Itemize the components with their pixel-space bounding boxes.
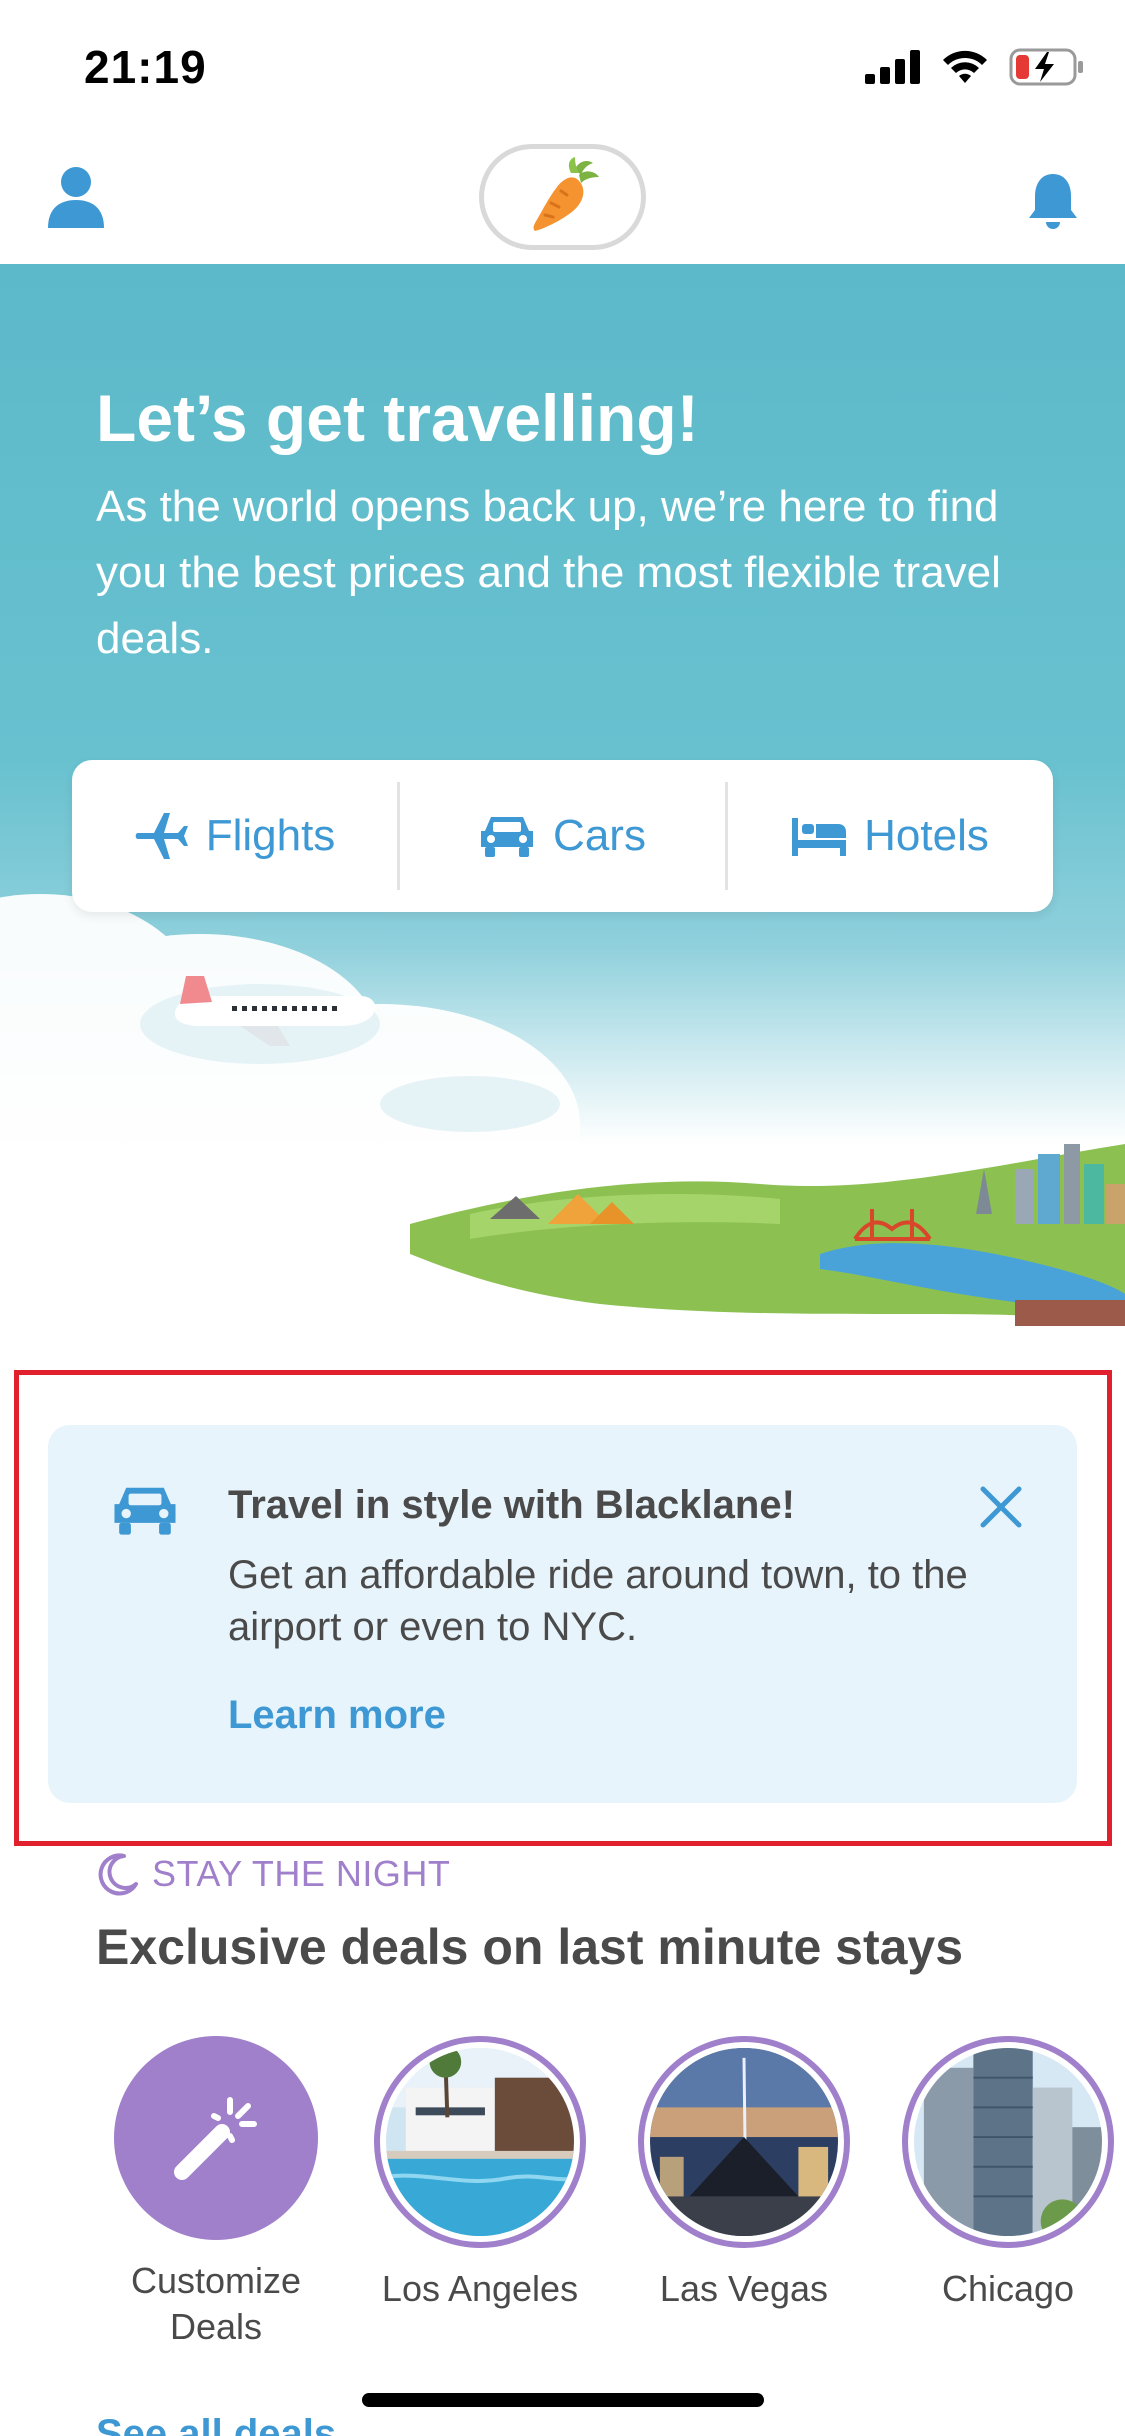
tab-hotels-label: Hotels (864, 811, 989, 860)
city-photo-frame (902, 2036, 1114, 2248)
tab-flights-label: Flights (205, 811, 336, 860)
person-icon[interactable] (46, 164, 106, 230)
search-type-tabs: Flights Cars Hotels (72, 760, 1053, 912)
wifi-icon (943, 50, 987, 83)
deal-label: Chicago (941, 2268, 1075, 2309)
signal-icon (865, 50, 920, 84)
promo-body: Get an affordable ride around town, to t… (228, 1553, 968, 1649)
deal-label: Customize Deals (130, 2260, 302, 2347)
hero-title: Let’s get travelling! (96, 381, 699, 455)
battery-charging-icon (1009, 48, 1083, 86)
section-eyebrow-label: STAY THE NIGHT (152, 1853, 451, 1894)
section-heading: Exclusive deals on last minute stays (96, 1919, 964, 1975)
deals-carousel[interactable]: Customize Deals Los Angeles Las Vegas Ch… (0, 2036, 1125, 2376)
see-all-deals-link[interactable]: See all deals (96, 2412, 336, 2436)
deal-label: Las Vegas (659, 2268, 829, 2309)
bell-icon[interactable] (1027, 170, 1079, 230)
deal-customize[interactable]: Customize Deals (106, 2036, 326, 2350)
promo-title: Travel in style with Blacklane! (228, 1483, 795, 1527)
home-indicator[interactable] (362, 2393, 764, 2407)
moon-icon (98, 1853, 138, 1896)
promo-card[interactable]: Travel in style with Blacklane! Get an a… (48, 1425, 1077, 1803)
top-nav-bar (0, 132, 1125, 264)
tab-cars-label: Cars (553, 811, 646, 860)
las-vegas-photo (650, 2048, 838, 2236)
customize-deals-circle (114, 2036, 318, 2240)
deal-chicago[interactable]: Chicago (898, 2036, 1118, 2312)
deal-las-vegas[interactable]: Las Vegas (634, 2036, 854, 2312)
status-icons (865, 48, 1085, 86)
bed-icon (792, 818, 847, 856)
section-eyebrow: STAY THE NIGHT (96, 1852, 450, 1896)
city-photo-frame (374, 2036, 586, 2248)
city-photo-frame (638, 2036, 850, 2248)
car-icon (481, 817, 534, 857)
car-icon (114, 1487, 176, 1535)
hero-banner: Let’s get travelling! As the world opens… (0, 264, 1125, 1364)
tab-cars[interactable]: Cars (400, 760, 725, 912)
tab-hotels[interactable]: Hotels (728, 760, 1053, 912)
learn-more-link[interactable]: Learn more (228, 1693, 446, 1738)
status-time: 21:19 (84, 41, 207, 93)
magic-wand-icon (174, 2097, 257, 2180)
los-angeles-photo (385, 2046, 575, 2236)
chicago-photo (914, 2048, 1102, 2242)
deal-label: Los Angeles (381, 2268, 579, 2309)
status-bar: 21:19 (0, 0, 1125, 132)
hero-subtitle: As the world opens back up, we’re here t… (96, 482, 1001, 663)
plane-icon (135, 813, 188, 859)
close-icon[interactable] (979, 1485, 1023, 1529)
tab-flights[interactable]: Flights (72, 760, 397, 912)
home-logo-button[interactable] (479, 144, 646, 250)
deal-los-angeles[interactable]: Los Angeles (370, 2036, 590, 2312)
carrot-icon (533, 157, 599, 231)
